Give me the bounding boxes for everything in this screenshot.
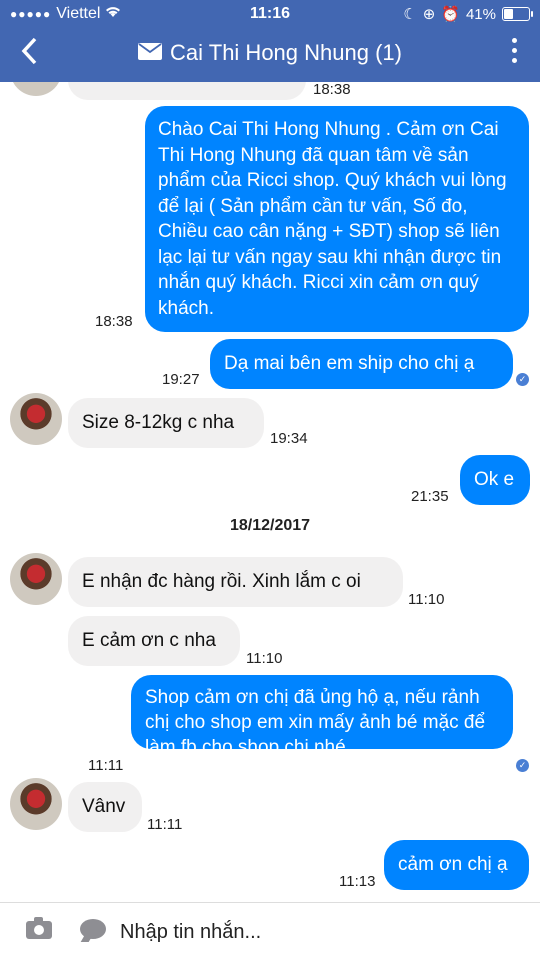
avatar[interactable] <box>10 82 62 96</box>
message-time: 19:34 <box>270 430 308 447</box>
message-time: 21:35 <box>411 488 449 505</box>
avatar[interactable] <box>10 393 62 445</box>
message-input[interactable]: Nhập tin nhắn... <box>120 921 261 944</box>
seen-check-icon: ✓ <box>516 759 529 772</box>
message-bubble-outgoing[interactable]: Chào Cai Thi Hong Nhung . Cảm ơn Cai Thi… <box>145 106 529 332</box>
camera-icon[interactable] <box>26 917 52 939</box>
alarm-icon: ⏰ <box>441 6 460 23</box>
status-bar: ●●●●● Viettel 11:16 ☾ ⊕ ⏰ 41% <box>0 0 540 28</box>
avatar[interactable] <box>10 553 62 605</box>
envelope-icon <box>138 40 163 66</box>
message-bubble-outgoing[interactable]: Dạ mai bên em ship cho chị ạ <box>210 339 513 389</box>
message-time: 11:11 <box>88 757 124 774</box>
message-bubble-outgoing[interactable]: Shop cảm ơn chị đã ủng hộ ạ, nếu rảnh ch… <box>131 675 513 758</box>
top-bar: ●●●●● Viettel 11:16 ☾ ⊕ ⏰ 41% Cai Thi Ho… <box>0 0 540 82</box>
seen-check-icon: ✓ <box>516 373 529 386</box>
message-list[interactable]: 18:38 Chào Cai Thi Hong Nhung . Cảm ơn C… <box>0 82 540 902</box>
do-not-disturb-icon: ☾ <box>403 6 417 23</box>
chat-bubble-icon[interactable] <box>80 919 106 939</box>
message-bubble-incoming[interactable]: Size 8-12kg c nha <box>68 398 264 448</box>
message-bubble-outgoing[interactable]: cảm ơn chị ạ <box>384 840 529 890</box>
message-time: 11:10 <box>408 591 445 608</box>
message-time: 11:11 <box>147 816 183 833</box>
message-time: 11:13 <box>339 873 376 890</box>
message-time: 19:27 <box>162 371 200 388</box>
conversation-title: Cai Thi Hong Nhung (1) <box>170 40 402 65</box>
message-bubble-incoming[interactable]: E nhận đc hàng rồi. Xinh lắm c oi <box>68 557 403 607</box>
avatar[interactable] <box>10 778 62 830</box>
message-bubble-incoming[interactable] <box>68 82 306 100</box>
message-bubble-incoming[interactable]: Vânv <box>68 782 142 832</box>
message-bubble-incoming[interactable]: E cảm ơn c nha <box>68 616 240 666</box>
date-separator: 18/12/2017 <box>229 517 311 534</box>
message-bubble-outgoing[interactable]: Ok e <box>460 455 530 505</box>
battery-percent: 41% <box>465 5 496 23</box>
more-options-icon[interactable] <box>512 38 518 68</box>
battery-icon <box>502 7 533 21</box>
message-time: 11:10 <box>246 650 283 667</box>
conversation-header: Cai Thi Hong Nhung (1) <box>0 28 540 82</box>
message-composer: Nhập tin nhắn... <box>0 902 540 961</box>
message-time: 18:38 <box>313 82 351 98</box>
rotation-lock-icon: ⊕ <box>422 6 436 23</box>
message-time: 18:38 <box>95 313 133 330</box>
